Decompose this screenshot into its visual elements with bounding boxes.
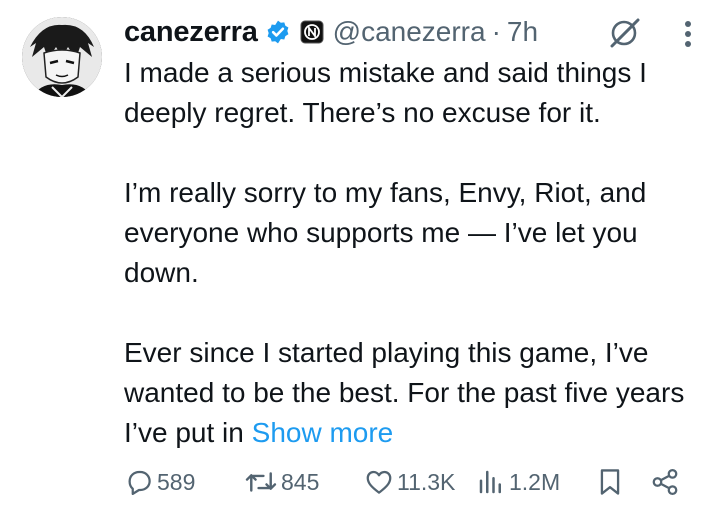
- timestamp[interactable]: 7h: [507, 16, 538, 48]
- affiliation-badge-icon[interactable]: [300, 20, 324, 44]
- reply-icon: [128, 470, 151, 495]
- bookmark-icon: [600, 469, 620, 495]
- avatar-image: [22, 17, 102, 97]
- repost-button[interactable]: 845: [244, 467, 319, 497]
- share-icon: [652, 469, 678, 495]
- tweet-paragraph-3: Ever since I started playing this game, …: [124, 337, 685, 448]
- views-count: 1.2M: [509, 468, 561, 495]
- like-button[interactable]: 11.3K: [364, 467, 455, 497]
- show-more-link[interactable]: Show more: [252, 417, 394, 448]
- like-count: 11.3K: [397, 468, 456, 495]
- more-options-icon[interactable]: [684, 20, 692, 53]
- repost-count: 845: [281, 468, 320, 495]
- views-icon: [479, 470, 501, 494]
- verified-badge-icon[interactable]: [265, 19, 291, 45]
- repost-icon: [245, 472, 277, 492]
- tweet-text: I made a serious mistake and said things…: [124, 53, 704, 453]
- action-bar: 589 845 11.3K 1.2M: [124, 467, 700, 503]
- tweet-paragraph-1: I made a serious mistake and said things…: [124, 57, 647, 128]
- author-handle[interactable]: @canezerra: [333, 16, 486, 48]
- author-name[interactable]: canezerra: [124, 16, 258, 49]
- grok-icon[interactable]: [608, 18, 642, 53]
- reply-count: 589: [157, 468, 196, 495]
- avatar[interactable]: [22, 17, 102, 97]
- heart-icon: [366, 470, 392, 494]
- bookmark-button[interactable]: [596, 467, 624, 497]
- views-button[interactable]: 1.2M: [476, 467, 560, 497]
- time-separator: ·: [491, 16, 501, 47]
- tweet-paragraph-2: I’m really sorry to my fans, Envy, Riot,…: [124, 177, 647, 288]
- share-button[interactable]: [650, 467, 680, 497]
- reply-button[interactable]: 589: [124, 467, 195, 497]
